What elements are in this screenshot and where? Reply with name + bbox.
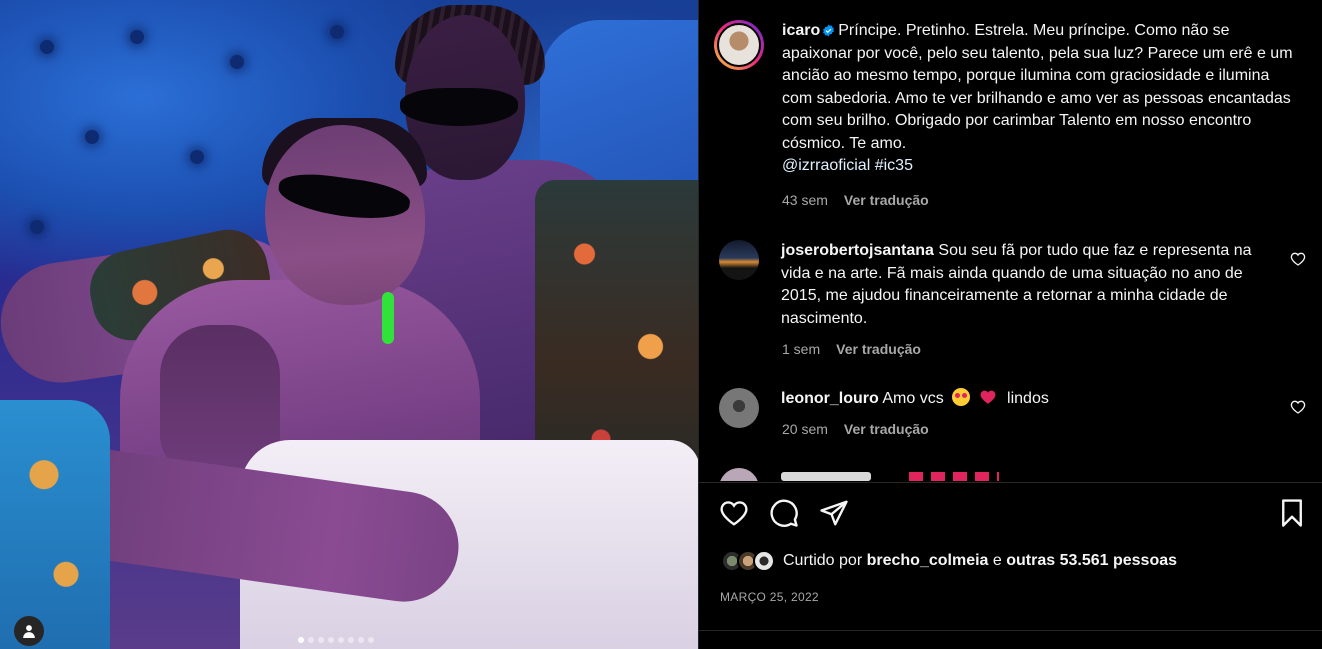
- comment-body-end: lindos: [1007, 390, 1049, 407]
- commenter-username[interactable]: joserobertojsantana: [781, 242, 934, 259]
- patterned-shorts: [0, 400, 110, 649]
- divider: [699, 630, 1322, 631]
- sofa-tuft: [30, 220, 44, 234]
- see-translation-button[interactable]: Ver tradução: [844, 192, 929, 208]
- author-username[interactable]: icaro: [782, 22, 820, 39]
- red-heart-emoji: [980, 390, 996, 404]
- sofa-tuft: [190, 150, 204, 164]
- post-photo[interactable]: [0, 0, 698, 649]
- likes-prefix: Curtido por: [783, 552, 863, 569]
- comment-time[interactable]: 20 sem: [782, 421, 828, 437]
- user-tag-icon: [23, 625, 35, 638]
- sunglasses: [400, 88, 518, 126]
- heart-icon[interactable]: [1290, 251, 1306, 267]
- action-bar: [719, 498, 1309, 532]
- carousel-dot: [318, 637, 324, 643]
- caption-meta: 43 sem Ver tradução: [782, 192, 929, 208]
- carousel-dot: [348, 637, 354, 643]
- liker-username[interactable]: brecho_colmeia: [867, 552, 989, 569]
- likes-joiner: e: [992, 552, 1002, 569]
- comment-icon[interactable]: [769, 498, 799, 528]
- liker-avatar: [753, 550, 775, 572]
- post-date[interactable]: MARÇO 25, 2022: [720, 590, 819, 604]
- comment-text: joserobertojsantana Sou seu fã por tudo …: [781, 240, 1279, 330]
- divider: [699, 482, 1322, 483]
- comment-item: joserobertojsantana Sou seu fã por tudo …: [719, 240, 1279, 330]
- comment-meta: 1 sem Ver tradução: [782, 341, 921, 357]
- comment-meta: 20 sem Ver tradução: [782, 421, 929, 437]
- carousel-dot: [358, 637, 364, 643]
- caption-body: Príncipe. Pretinho. Estrela. Meu príncip…: [782, 22, 1293, 152]
- heart-eyes-emoji: [952, 388, 971, 406]
- share-icon[interactable]: [819, 498, 849, 528]
- heart-icon[interactable]: [1290, 399, 1306, 415]
- verified-badge-icon: [823, 24, 835, 37]
- hashtag-link[interactable]: #ic35: [875, 157, 913, 174]
- truncated-comment: [719, 467, 1019, 481]
- commenter-username[interactable]: leonor_louro: [781, 390, 879, 407]
- heart-icon[interactable]: [719, 498, 749, 528]
- carousel-dot: [308, 637, 314, 643]
- sofa-tuft: [40, 40, 54, 54]
- comment-body: Amo vcs: [882, 390, 944, 407]
- likes-summary[interactable]: Curtido por brecho_colmeia e outras 53.5…: [721, 550, 1177, 572]
- sofa-tuft: [330, 25, 344, 39]
- carousel-dot: [328, 637, 334, 643]
- author-avatar[interactable]: [714, 20, 764, 70]
- carousel-dot: [368, 637, 374, 643]
- see-translation-button[interactable]: Ver tradução: [844, 421, 929, 437]
- commenter-avatar[interactable]: [719, 388, 759, 428]
- sofa-tuft: [230, 55, 244, 69]
- user-tag-button[interactable]: [14, 616, 44, 646]
- caption-text: icaro Príncipe. Pretinho. Estrela. Meu pr…: [782, 20, 1294, 178]
- sofa-tuft: [85, 130, 99, 144]
- bookmark-icon[interactable]: [1277, 498, 1307, 528]
- green-earring: [382, 292, 394, 344]
- carousel-dot: [338, 637, 344, 643]
- mention-link[interactable]: @izrraoficial: [782, 157, 870, 174]
- carousel-indicator: [298, 637, 374, 643]
- comment-time[interactable]: 1 sem: [782, 341, 820, 357]
- commenter-avatar[interactable]: [719, 240, 759, 280]
- see-translation-button[interactable]: Ver tradução: [836, 341, 921, 357]
- caption: icaro Príncipe. Pretinho. Estrela. Meu pr…: [714, 20, 1294, 178]
- carousel-dot: [298, 637, 304, 643]
- sofa-tuft: [130, 30, 144, 44]
- likes-text: Curtido por brecho_colmeia e outras 53.5…: [783, 552, 1177, 570]
- caption-time[interactable]: 43 sem: [782, 192, 828, 208]
- post-details-panel: icaro Príncipe. Pretinho. Estrela. Meu pr…: [698, 0, 1322, 649]
- likes-count[interactable]: outras 53.561 pessoas: [1006, 552, 1177, 569]
